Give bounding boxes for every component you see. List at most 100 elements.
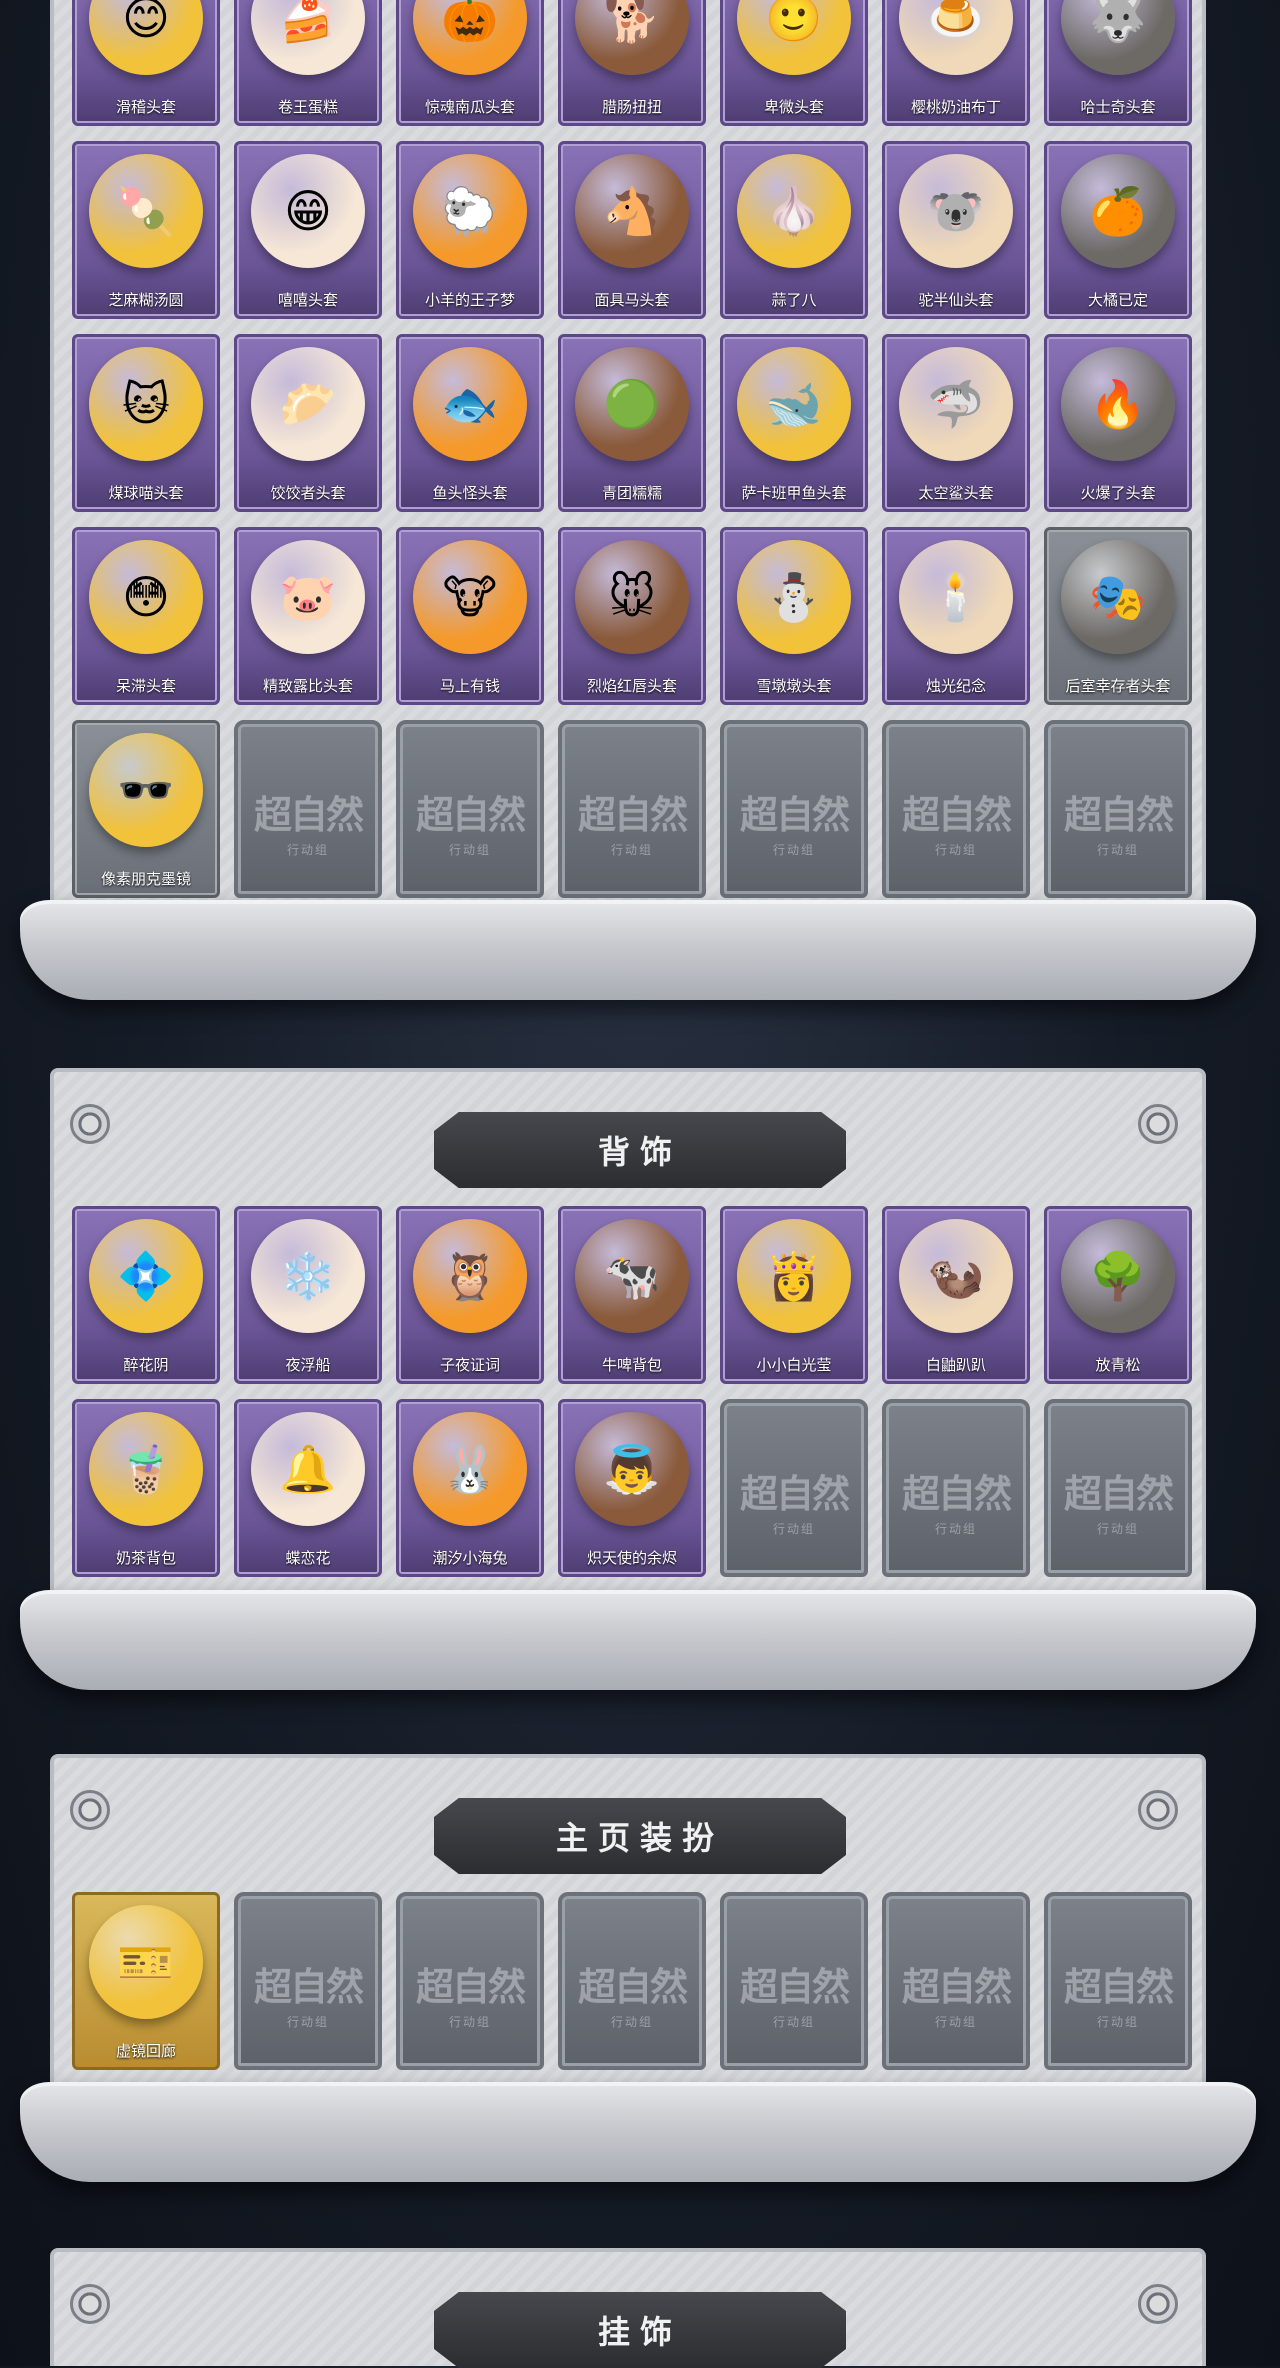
compass-icon xyxy=(1138,2284,1178,2324)
item-card[interactable]: 🟢 青团糯糯 xyxy=(558,334,706,512)
item-card[interactable]: 🐟 鱼头怪头套 xyxy=(396,334,544,512)
empty-slot: 超自然 行动组 xyxy=(558,720,706,898)
watermark-logo: 超自然 行动组 xyxy=(739,792,850,857)
watermark-logo: 超自然 行动组 xyxy=(1063,792,1174,857)
item-image: 😊 xyxy=(89,0,203,75)
compass-icon xyxy=(1138,1104,1178,1144)
empty-slot: 超自然 行动组 xyxy=(720,1399,868,1577)
item-card[interactable]: 🐷 精致露比头套 xyxy=(234,527,382,705)
item-label: 蝶恋花 xyxy=(285,1549,331,1567)
item-label: 萨卡班甲鱼头套 xyxy=(741,484,847,502)
item-card[interactable]: 😳 呆滞头套 xyxy=(72,527,220,705)
watermark-logo: 超自然 行动组 xyxy=(253,792,364,857)
item-image: 🐋 xyxy=(737,347,851,461)
item-card[interactable]: 🥟 饺饺者头套 xyxy=(234,334,382,512)
watermark-logo: 超自然 行动组 xyxy=(415,792,526,857)
watermark-logo: 超自然 行动组 xyxy=(901,1964,1012,2029)
item-label: 夜浮船 xyxy=(285,1356,331,1374)
item-card[interactable]: 🍡 芝麻糊汤圆 xyxy=(72,141,220,319)
item-card[interactable]: 🐕 腊肠扭扭 xyxy=(558,0,706,126)
item-card[interactable]: 🧄 蒜了八 xyxy=(720,141,868,319)
item-card[interactable]: 🍰 卷王蛋糕 xyxy=(234,0,382,126)
item-card[interactable]: 👸 小小白光莹 xyxy=(720,1206,868,1384)
item-card[interactable]: 🐭 烈焰红唇头套 xyxy=(558,527,706,705)
watermark-logo: 超自然 行动组 xyxy=(1063,1964,1174,2029)
item-label: 滑稽头套 xyxy=(115,98,176,116)
item-card[interactable]: 🐱 煤球喵头套 xyxy=(72,334,220,512)
watermark-logo: 超自然 行动组 xyxy=(901,792,1012,857)
empty-slot: 超自然 行动组 xyxy=(1044,720,1192,898)
item-card[interactable]: 🐄 牛啤背包 xyxy=(558,1206,706,1384)
item-card[interactable]: 🎭 后室幸存者头套 xyxy=(1044,527,1192,705)
item-image: 🎭 xyxy=(1061,540,1175,654)
item-card[interactable]: 🔥 火爆了头套 xyxy=(1044,334,1192,512)
item-label: 小羊的王子梦 xyxy=(424,291,515,309)
item-card[interactable]: 🐴 面具马头套 xyxy=(558,141,706,319)
item-card[interactable]: 🐨 驼半仙头套 xyxy=(882,141,1030,319)
item-label: 面具马头套 xyxy=(594,291,670,309)
item-card[interactable]: 🧋 奶茶背包 xyxy=(72,1399,220,1577)
item-image: 🙂 xyxy=(737,0,851,75)
item-card[interactable]: 🐋 萨卡班甲鱼头套 xyxy=(720,334,868,512)
item-label: 腊肠扭扭 xyxy=(601,98,662,116)
item-image: 🌳 xyxy=(1061,1219,1175,1333)
item-card[interactable]: ⛄ 雪墩墩头套 xyxy=(720,527,868,705)
item-card[interactable]: 🦦 白鼬趴趴 xyxy=(882,1206,1030,1384)
item-card[interactable]: 🦈 太空鲨头套 xyxy=(882,334,1030,512)
item-card[interactable]: 💠 醉花阴 xyxy=(72,1206,220,1384)
item-card[interactable]: 🎫 虚镜回廊 xyxy=(72,1892,220,2070)
item-image: 😁 xyxy=(251,154,365,268)
empty-slot: 超自然 行动组 xyxy=(720,720,868,898)
item-image: 🕶️ xyxy=(89,733,203,847)
watermark-logo: 超自然 行动组 xyxy=(739,1964,850,2029)
item-label: 精致露比头套 xyxy=(262,677,353,695)
item-image: 😳 xyxy=(89,540,203,654)
item-label: 潮汐小海兔 xyxy=(432,1549,508,1567)
item-card[interactable]: 🙂 卑微头套 xyxy=(720,0,868,126)
section-title: 主页装扮 xyxy=(555,1819,724,1857)
item-image: 🕯️ xyxy=(899,540,1013,654)
section-banner-pendant: 挂饰 xyxy=(434,2292,846,2368)
item-card[interactable]: 🍮 樱桃奶油布丁 xyxy=(882,0,1030,126)
item-card[interactable]: 😁 嘻嘻头套 xyxy=(234,141,382,319)
item-label: 小小白光莹 xyxy=(756,1356,832,1374)
empty-slot: 超自然 行动组 xyxy=(1044,1399,1192,1577)
item-card[interactable]: 🎃 惊魂南瓜头套 xyxy=(396,0,544,126)
item-card[interactable]: 🐑 小羊的王子梦 xyxy=(396,141,544,319)
item-label: 白鼬趴趴 xyxy=(925,1356,986,1374)
item-image: 👸 xyxy=(737,1219,851,1333)
item-label: 樱桃奶油布丁 xyxy=(910,98,1001,116)
item-label: 奶茶背包 xyxy=(115,1549,176,1567)
item-image: 🍰 xyxy=(251,0,365,75)
item-card[interactable]: 👼 炽天使的余烬 xyxy=(558,1399,706,1577)
item-image: 🍮 xyxy=(899,0,1013,75)
item-label: 炽天使的余烬 xyxy=(586,1549,677,1567)
item-card[interactable]: 🐰 潮汐小海兔 xyxy=(396,1399,544,1577)
watermark-logo: 超自然 行动组 xyxy=(1063,1471,1174,1536)
compass-icon xyxy=(70,1104,110,1144)
item-card[interactable]: 🌳 放青松 xyxy=(1044,1206,1192,1384)
item-label: 烈焰红唇头套 xyxy=(586,677,677,695)
item-card[interactable]: 🐮 马上有钱 xyxy=(396,527,544,705)
item-card[interactable]: 🕯️ 烛光纪念 xyxy=(882,527,1030,705)
item-card[interactable]: ❄️ 夜浮船 xyxy=(234,1206,382,1384)
item-card[interactable]: 🕶️ 像素朋克墨镜 xyxy=(72,720,220,898)
scroll-bottom-headwear xyxy=(20,900,1256,1000)
section-banner-homepage: 主页装扮 xyxy=(434,1798,846,1874)
item-image: ⛄ xyxy=(737,540,851,654)
item-label: 像素朋克墨镜 xyxy=(100,870,191,888)
item-card[interactable]: 🐺 哈士奇头套 xyxy=(1044,0,1192,126)
item-label: 青团糯糯 xyxy=(601,484,662,502)
empty-slot: 超自然 行动组 xyxy=(882,1892,1030,2070)
item-image: 🎃 xyxy=(413,0,527,75)
item-image: 🎫 xyxy=(89,1905,203,2019)
item-image: 🐮 xyxy=(413,540,527,654)
item-label: 芝麻糊汤圆 xyxy=(108,291,184,309)
item-card[interactable]: 🔔 蝶恋花 xyxy=(234,1399,382,1577)
item-label: 大橘已定 xyxy=(1087,291,1148,309)
empty-slot: 超自然 行动组 xyxy=(396,1892,544,2070)
item-card[interactable]: 🦉 子夜证词 xyxy=(396,1206,544,1384)
item-card[interactable]: 🍊 大橘已定 xyxy=(1044,141,1192,319)
item-image: 🧄 xyxy=(737,154,851,268)
item-card[interactable]: 😊 滑稽头套 xyxy=(72,0,220,126)
